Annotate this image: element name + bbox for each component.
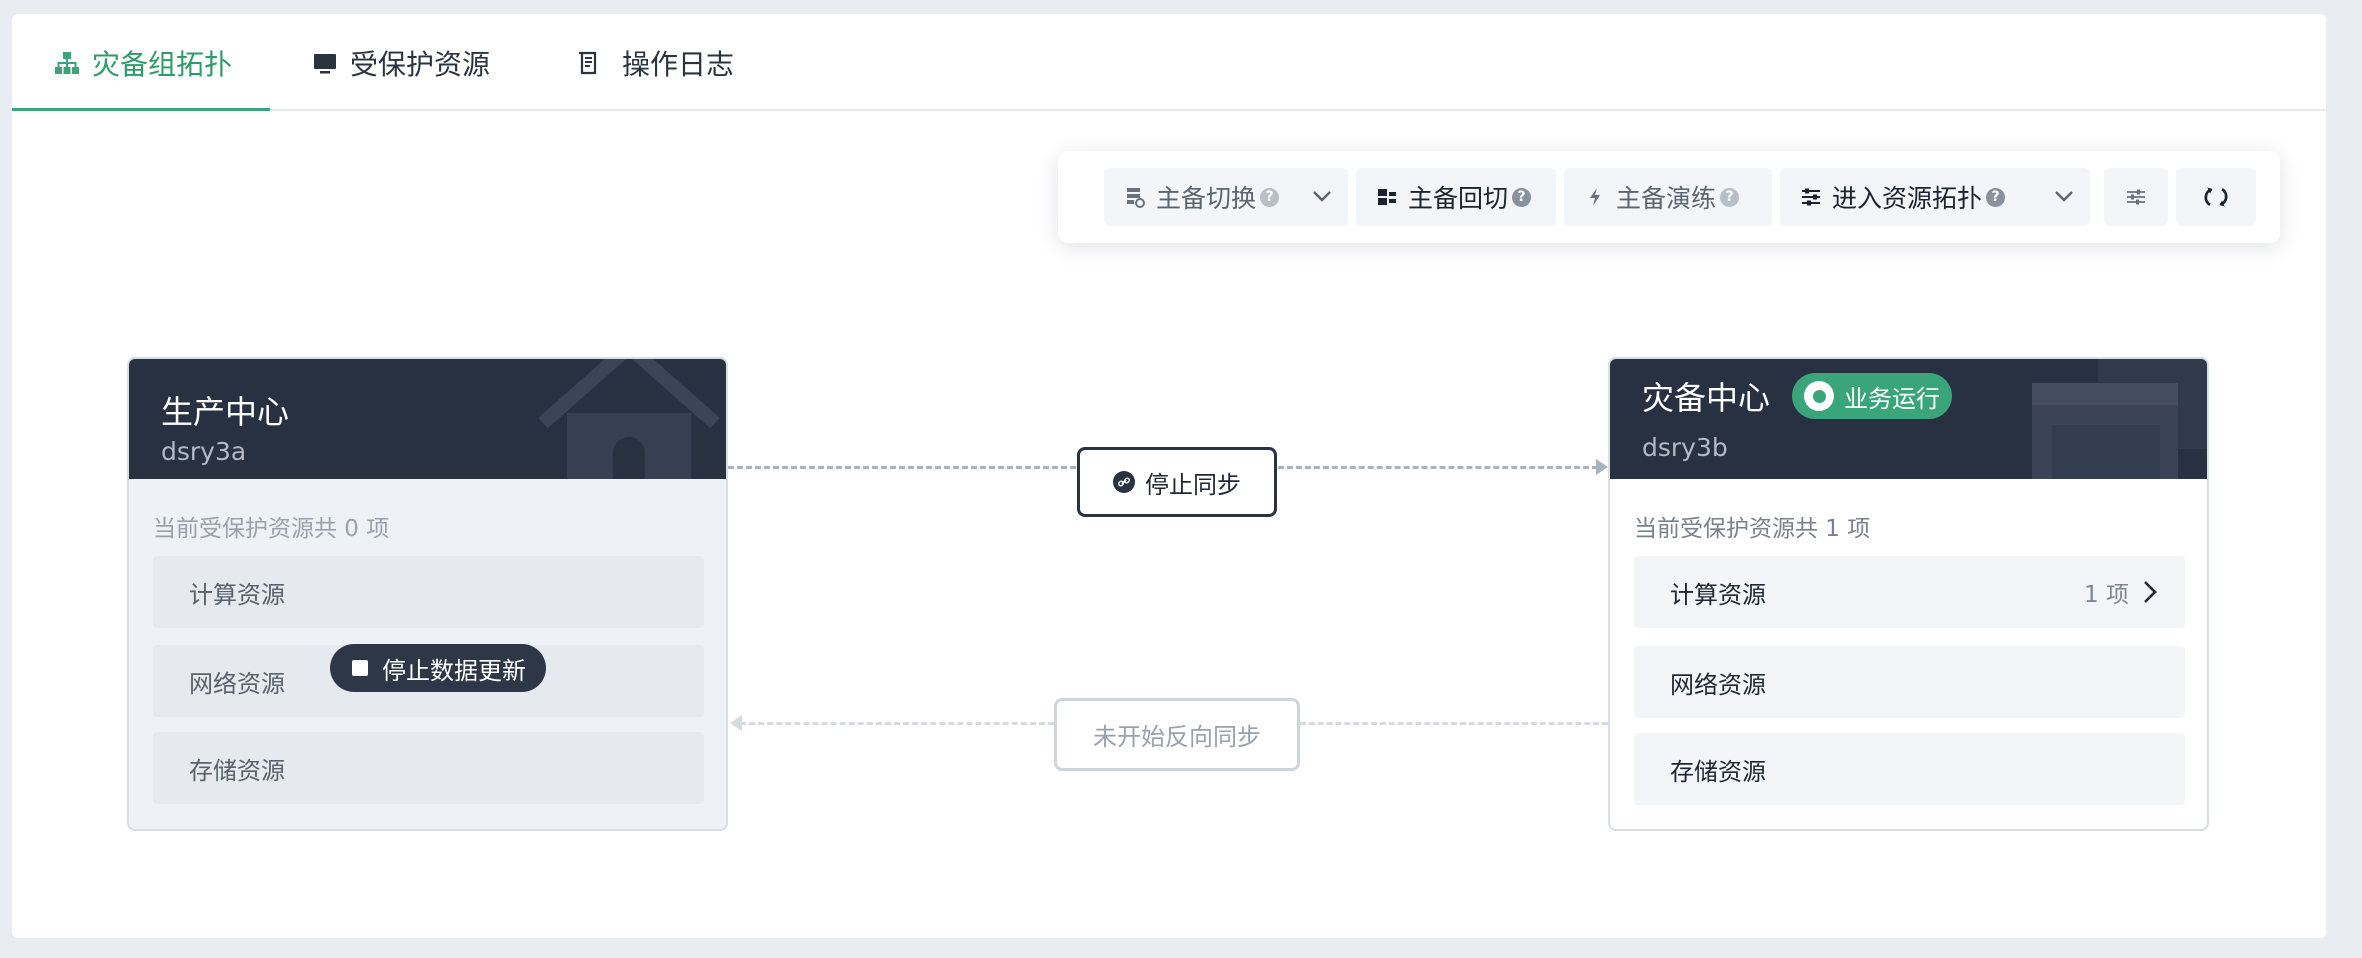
help-icon[interactable]: ?	[1720, 187, 1740, 207]
tab-topology[interactable]: 灾备组拓扑	[52, 14, 232, 111]
help-icon[interactable]: ?	[1986, 187, 2006, 207]
resource-row-compute[interactable]: 计算资源	[153, 556, 704, 628]
refresh-icon	[2203, 184, 2229, 210]
settings-button[interactable]	[2104, 168, 2168, 226]
resource-count: 当前受保护资源共 1 项	[1634, 516, 1871, 542]
resource-row-storage[interactable]: 存储资源	[153, 732, 704, 804]
tab-label: 灾备组拓扑	[92, 47, 233, 81]
stop-data-update-button[interactable]: 停止数据更新	[330, 644, 546, 692]
help-icon[interactable]: ?	[1260, 187, 1280, 207]
tab-operation-log[interactable]: 操作日志	[574, 14, 734, 111]
resource-label: 计算资源	[1670, 580, 1766, 609]
stop-update-label: 停止数据更新	[382, 656, 526, 685]
tab-bar: 灾备组拓扑 受保护资源 操作日志	[12, 14, 2326, 111]
chevron-right-icon	[2144, 581, 2157, 603]
filter-settings-icon	[2123, 184, 2149, 210]
tab-label: 操作日志	[622, 47, 735, 81]
switchback-icon	[1374, 184, 1400, 210]
stop-icon	[352, 660, 368, 676]
card-title: 灾备中心	[1642, 379, 1771, 417]
card-subtitle: dsry3a	[161, 437, 247, 466]
chevron-down-icon[interactable]	[1310, 184, 1334, 208]
card-header: 生产中心 dsry3a	[129, 359, 726, 479]
enter-topology-label: 进入资源拓扑	[1832, 184, 1983, 213]
status-badge: 业务运行	[1792, 373, 1952, 419]
switchback-label: 主备回切	[1408, 184, 1509, 213]
active-tab-indicator	[12, 108, 270, 111]
sliders-icon	[1798, 184, 1824, 210]
main-panel: 灾备组拓扑 受保护资源 操作日志 主备切换 ? 主备回切 ? 主备演练 ? 进入…	[12, 14, 2326, 938]
sync-line-left	[728, 466, 1076, 469]
topology-icon	[52, 48, 82, 78]
reverse-sync-line-right	[1300, 722, 1608, 725]
reverse-sync-line-left	[740, 722, 1054, 725]
tab-protected-resources[interactable]: 受保护资源	[310, 14, 490, 111]
production-center-card: 生产中心 dsry3a 当前受保护资源共 0 项 计算资源 网络资源 存储资源	[127, 357, 728, 831]
reverse-sync-button[interactable]: 未开始反向同步	[1054, 698, 1300, 771]
resource-label: 计算资源	[189, 580, 285, 609]
tab-label: 受保护资源	[350, 47, 491, 81]
switchback-button[interactable]: 主备回切 ?	[1356, 168, 1556, 226]
refresh-button[interactable]	[2176, 168, 2256, 226]
resource-label: 网络资源	[1670, 670, 1766, 699]
switchover-icon	[1122, 184, 1148, 210]
sync-line-right	[1278, 466, 1598, 469]
card-title: 生产中心	[161, 393, 290, 431]
resource-label: 存储资源	[189, 756, 285, 785]
link-icon	[1113, 471, 1135, 493]
chevron-down-icon[interactable]	[2052, 184, 2076, 208]
card-header: 灾备中心 业务运行 dsry3b	[1610, 359, 2207, 479]
monitor-icon	[310, 48, 340, 78]
resource-row-storage[interactable]: 存储资源	[1634, 733, 2185, 805]
resource-row-network[interactable]: 网络资源	[1634, 646, 2185, 718]
action-toolbar: 主备切换 ? 主备回切 ? 主备演练 ? 进入资源拓扑 ?	[1058, 151, 2280, 243]
stop-sync-button[interactable]: 停止同步	[1077, 447, 1277, 517]
drill-button[interactable]: 主备演练 ?	[1564, 168, 1772, 226]
help-icon[interactable]: ?	[1512, 187, 1532, 207]
resource-label: 存储资源	[1670, 757, 1766, 786]
log-icon	[574, 48, 604, 78]
lightning-icon	[1582, 184, 1608, 210]
calendar-icon	[2032, 359, 2207, 479]
drill-label: 主备演练	[1616, 184, 1717, 213]
switchover-label: 主备切换	[1156, 184, 1257, 213]
enter-topology-button[interactable]: 进入资源拓扑 ?	[1780, 168, 2090, 226]
resource-label: 网络资源	[189, 669, 285, 698]
house-icon	[538, 359, 720, 479]
stop-sync-label: 停止同步	[1145, 470, 1241, 499]
disaster-recovery-card: 灾备中心 业务运行 dsry3b 当前受保护资源共 1 项 计算资源 1 项 网…	[1608, 357, 2209, 831]
status-dot-icon	[1804, 381, 1834, 411]
resource-count: 当前受保护资源共 0 项	[153, 516, 390, 542]
card-subtitle: dsry3b	[1642, 433, 1728, 462]
status-label: 业务运行	[1844, 384, 1940, 413]
switchover-button[interactable]: 主备切换 ?	[1104, 168, 1348, 226]
resource-row-compute[interactable]: 计算资源 1 项	[1634, 556, 2185, 628]
resource-item-count: 1 项	[2084, 582, 2129, 608]
arrow-right-icon	[1596, 459, 1608, 475]
